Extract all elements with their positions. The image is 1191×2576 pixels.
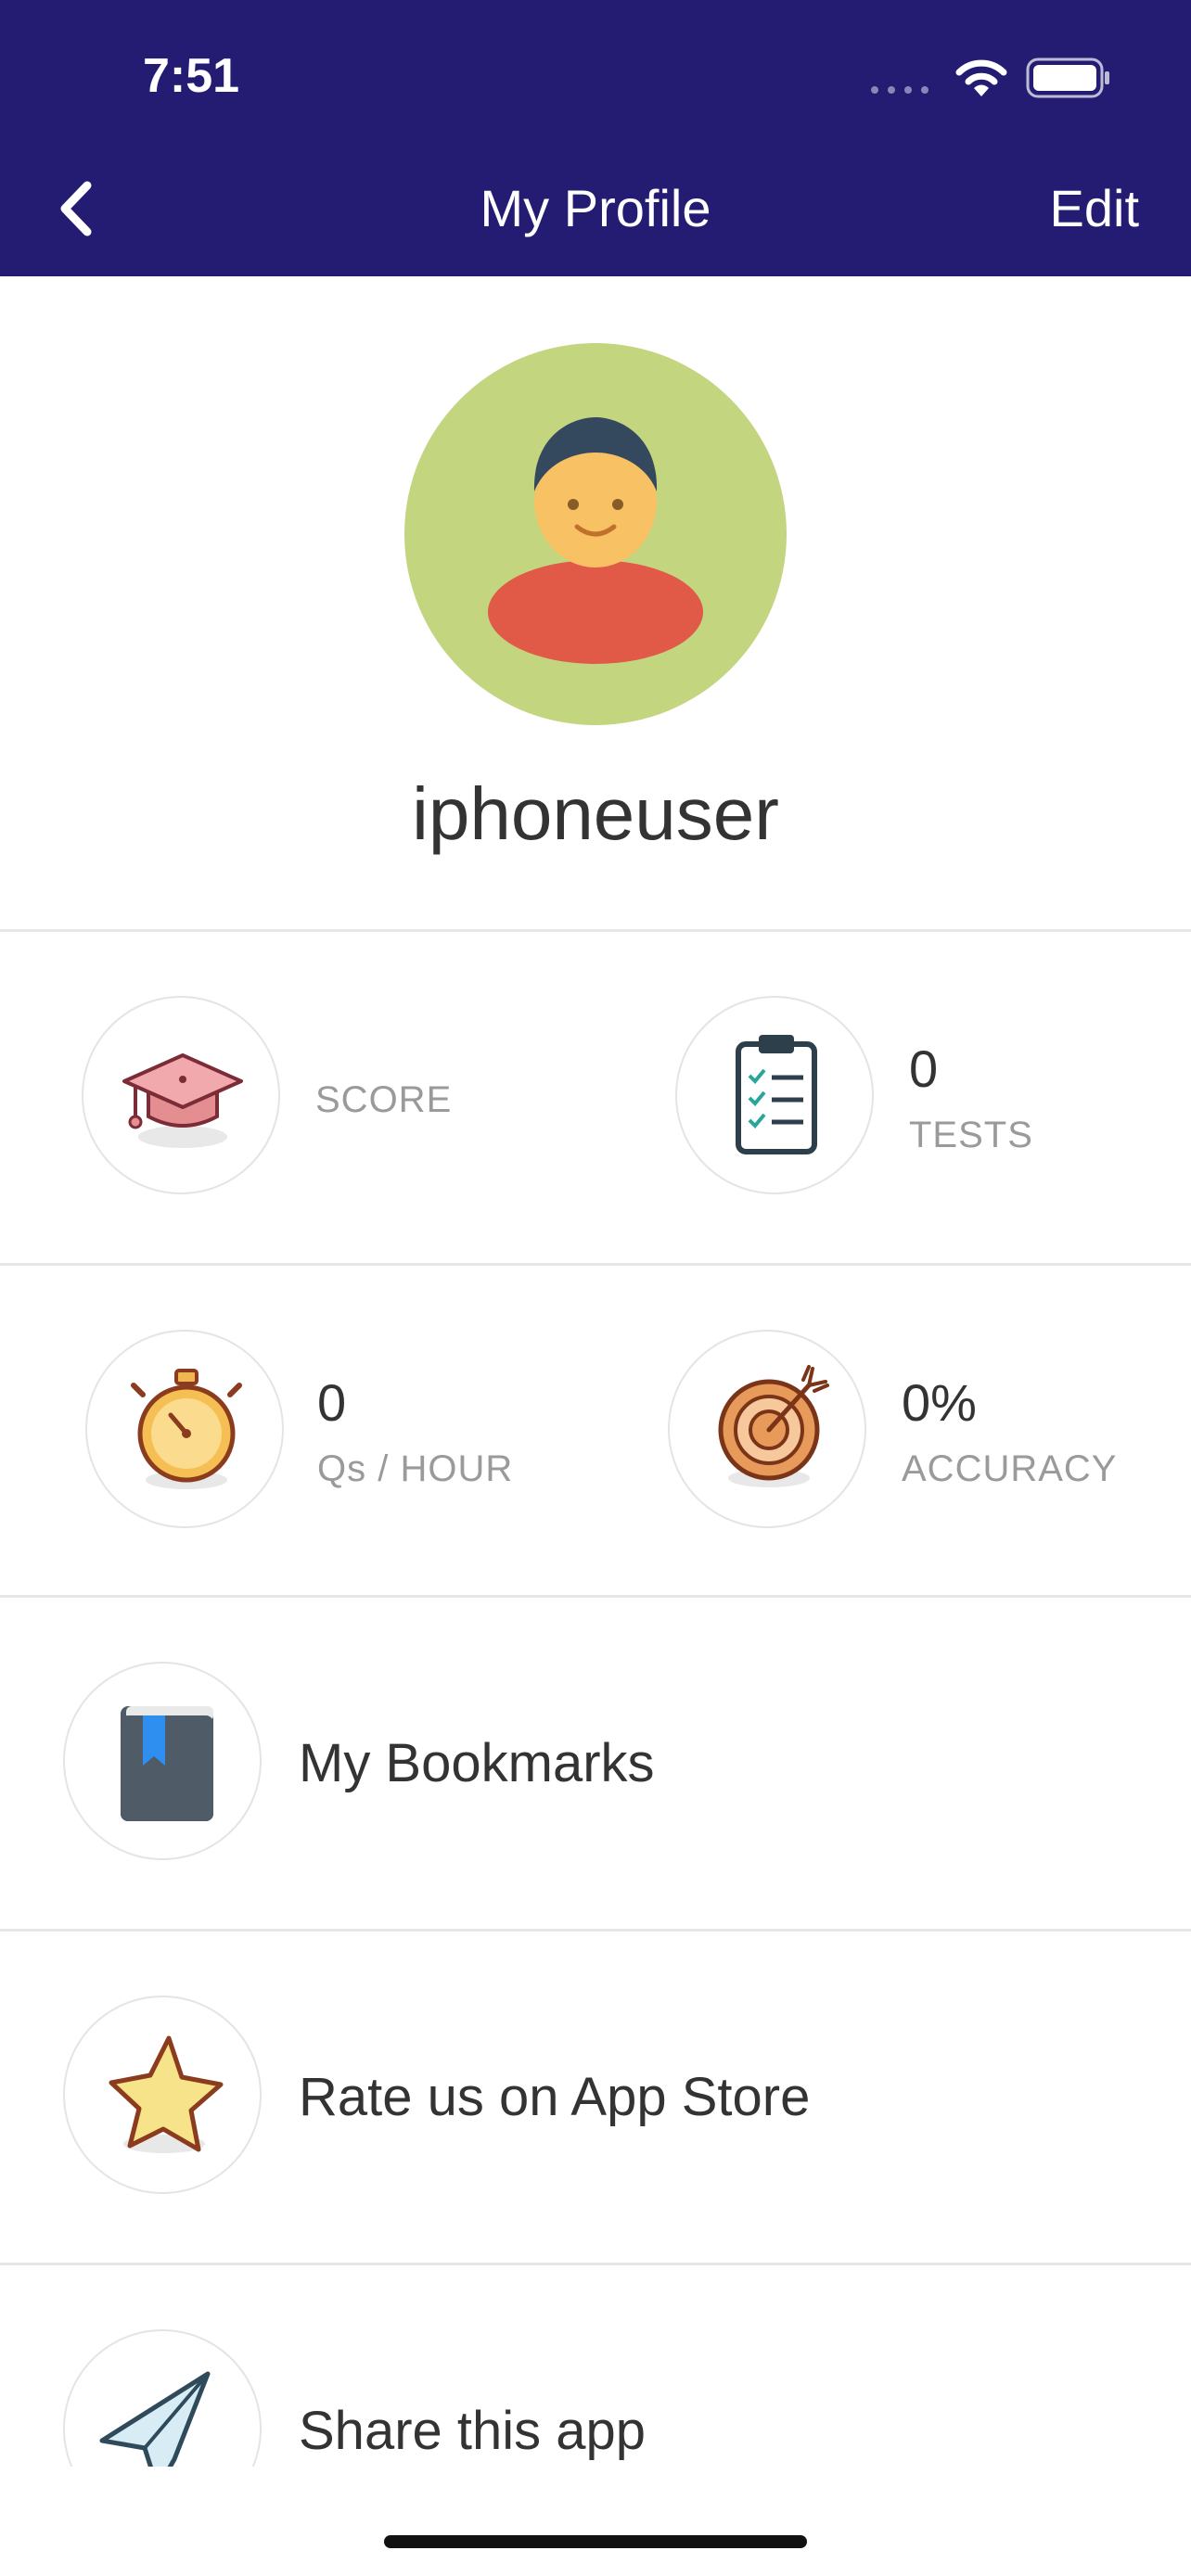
- share-app-row[interactable]: Share this app: [0, 2264, 1191, 2467]
- cellular-signal-icon: [871, 86, 928, 94]
- target-icon: [718, 1365, 829, 1487]
- edit-button[interactable]: Edit: [1050, 178, 1140, 238]
- user-avatar-icon: [404, 343, 787, 725]
- score-label: SCORE: [315, 1079, 453, 1120]
- tests-value: 0: [909, 1039, 939, 1098]
- back-button[interactable]: [52, 176, 98, 241]
- bookmarks-icon-circle: [63, 1662, 262, 1860]
- battery-icon: [1026, 57, 1109, 98]
- bookmark-book-icon: [121, 1706, 213, 1821]
- wifi-icon: [955, 59, 1007, 96]
- clipboard-checklist-icon: [736, 1035, 817, 1154]
- tests-label: TESTS: [909, 1115, 1033, 1155]
- home-indicator[interactable]: [384, 2535, 807, 2548]
- divider: [0, 929, 1191, 932]
- username: iphoneuser: [412, 772, 779, 855]
- header-bar: 7:51 My Profile Edit: [0, 0, 1191, 276]
- my-bookmarks-label: My Bookmarks: [299, 1733, 655, 1793]
- tests-icon-circle: [675, 996, 874, 1194]
- status-time: 7:51: [143, 49, 240, 103]
- qs-hour-label: Qs / HOUR: [317, 1448, 514, 1489]
- star-icon: [109, 2035, 224, 2153]
- rate-icon-circle: [63, 1996, 262, 2194]
- stopwatch-icon: [131, 1369, 242, 1489]
- accuracy-value: 0%: [902, 1373, 977, 1432]
- page-title: My Profile: [480, 179, 711, 237]
- divider: [0, 1263, 1191, 1266]
- qs-hour-icon-circle: [85, 1330, 284, 1528]
- rate-app-row[interactable]: Rate us on App Store: [0, 1931, 1191, 2261]
- score-icon-circle: [82, 996, 280, 1194]
- share-app-label: Share this app: [299, 2401, 647, 2461]
- paper-plane-icon: [99, 2371, 211, 2467]
- my-bookmarks-row[interactable]: My Bookmarks: [0, 1597, 1191, 1927]
- accuracy-label: ACCURACY: [902, 1448, 1118, 1489]
- graduation-cap-icon: [122, 1053, 243, 1148]
- rate-app-label: Rate us on App Store: [299, 2067, 811, 2127]
- share-icon-circle: [63, 2329, 262, 2467]
- qs-hour-value: 0: [317, 1373, 347, 1432]
- accuracy-icon-circle: [668, 1330, 866, 1528]
